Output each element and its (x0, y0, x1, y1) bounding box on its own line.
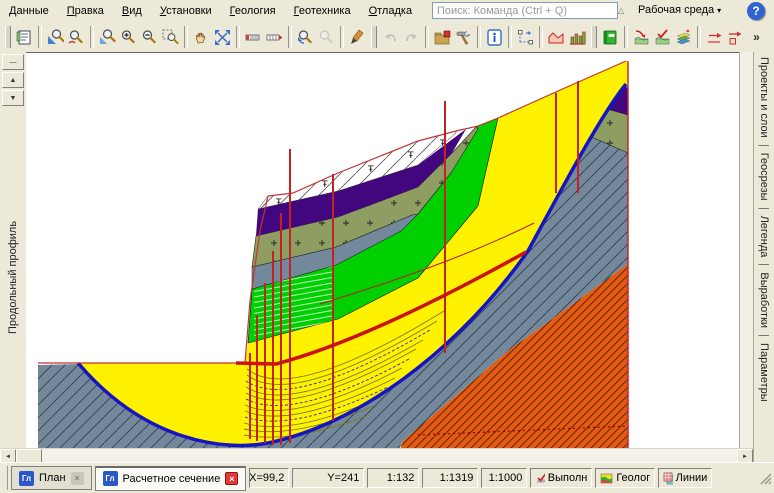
scale-ruler-right-button[interactable] (264, 25, 285, 49)
zoom-out-button[interactable] (139, 25, 160, 49)
zoom-area-button[interactable] (97, 25, 118, 49)
overflow-chevron-icon: » (753, 30, 760, 44)
menu-settings[interactable]: Установки (151, 2, 221, 20)
status-x-coordinate: X=99,2 (249, 468, 289, 488)
scroll-down-button[interactable]: ▼ (2, 90, 24, 106)
scale-ruler-left-button[interactable] (243, 25, 264, 49)
menu-debug[interactable]: Отладка (360, 2, 422, 20)
tab-plan-label: План (39, 472, 66, 484)
project-folder-button[interactable] (432, 25, 453, 49)
svg-text:Ŧ: Ŧ (275, 198, 282, 208)
zoom-next-button[interactable] (316, 25, 337, 49)
zoom-in-button[interactable] (118, 25, 139, 49)
status-scale-horizontal: 1:132 (367, 468, 419, 488)
histogram-button[interactable] (567, 25, 588, 49)
toolbar-grip[interactable] (5, 26, 11, 48)
status-scale-drawing: 1:1000 (481, 468, 527, 488)
svg-text:Ŧ: Ŧ (367, 165, 374, 175)
right-tab-geosections[interactable]: Геосрезы (758, 153, 770, 201)
status-scale-vertical: 1:1319 (422, 468, 478, 488)
apply-relief-button[interactable] (631, 25, 652, 49)
chevron-down-icon: ▾ (717, 6, 721, 15)
tab-separator: | (758, 144, 770, 147)
search-dropdown-icon[interactable]: △ (618, 6, 624, 15)
measure-button[interactable] (515, 25, 536, 49)
undo-button[interactable] (380, 25, 401, 49)
horizontal-scrollbar[interactable]: ◄ ► (0, 448, 753, 463)
tab-calculated-section-label: Расчетное сечение (123, 473, 221, 485)
toggle-geology-mode[interactable]: Геолог (595, 468, 655, 488)
toggle-filling-mode[interactable]: Выполн (530, 468, 592, 488)
menu-view[interactable]: Вид (113, 2, 151, 20)
right-tab-projects-layers[interactable]: Проекты и слои (758, 57, 770, 138)
tools-button[interactable] (453, 25, 474, 49)
bottom-bar: Гл План × Гл Расчетное сечение × X=99,2 … (0, 462, 774, 493)
redo-button[interactable] (401, 25, 422, 49)
check-pencil-icon (535, 472, 544, 485)
menu-geotechnics[interactable]: Геотехника (285, 2, 360, 20)
left-panel-strip: — ▲ ▼ Продольный профиль (0, 52, 27, 448)
tab-bar-stub (2, 466, 8, 490)
zoom-window-button[interactable] (160, 25, 181, 49)
menu-geology[interactable]: Геология (221, 2, 285, 20)
svg-text:Ŧ: Ŧ (407, 151, 414, 161)
status-y-coordinate: Y=241 (292, 468, 364, 488)
zoom-previous-button[interactable] (295, 25, 316, 49)
menu-data[interactable]: Данные (0, 2, 58, 20)
toolbar-grip-2[interactable] (371, 26, 377, 48)
right-tab-boreholes[interactable]: Выработки (758, 272, 770, 328)
scroll-up-button[interactable]: ▲ (2, 72, 24, 88)
zoom-extents-button[interactable] (212, 25, 233, 49)
resize-grip[interactable] (759, 472, 772, 485)
tab-calculated-section[interactable]: Гл Расчетное сечение × (95, 466, 247, 491)
drawing-canvas[interactable]: ŦŦŦ ŦŦ (26, 52, 739, 449)
layers-export-button[interactable] (673, 25, 694, 49)
toolbar-grip-3[interactable] (591, 26, 597, 48)
lines-icon (663, 472, 672, 485)
toggle-lines-mode[interactable]: Линии (658, 468, 712, 488)
left-panel-title[interactable]: Продольный профиль (7, 106, 19, 448)
svg-text:Ŧ: Ŧ (321, 180, 328, 190)
section-box-button[interactable] (725, 25, 746, 49)
right-panel-strip: Проекты и слои | Геосрезы | Легенда | Вы… (753, 52, 774, 462)
workspace-label: Рабочая среда (638, 4, 714, 16)
toggle-lines-label: Линии (676, 472, 708, 484)
legend-book-button[interactable] (600, 25, 621, 49)
geology-icon (600, 472, 613, 485)
close-icon[interactable]: × (225, 472, 238, 485)
zoom-object-button[interactable] (45, 25, 66, 49)
command-search-input[interactable] (432, 2, 618, 19)
main-toolbar: » (0, 22, 774, 53)
pan-hand-button[interactable] (191, 25, 212, 49)
menu-edit[interactable]: Правка (58, 2, 113, 20)
profile-chart-button[interactable] (546, 25, 567, 49)
document-type-icon: Гл (103, 471, 118, 486)
tab-separator: | (758, 263, 770, 266)
toolbar-overflow-button[interactable]: » (746, 25, 767, 49)
tab-separator: | (758, 334, 770, 337)
report-button[interactable] (14, 25, 35, 49)
right-tab-legend[interactable]: Легенда (758, 216, 770, 258)
help-icon[interactable]: ? (747, 2, 765, 20)
info-button[interactable] (484, 25, 505, 49)
verify-relief-button[interactable] (652, 25, 673, 49)
close-icon[interactable]: × (71, 472, 84, 485)
toggle-filling-label: Выполн (548, 472, 588, 484)
tab-plan[interactable]: Гл План × (11, 466, 92, 490)
toggle-geology-label: Геолог (616, 472, 650, 484)
brush-button[interactable] (347, 25, 368, 49)
document-type-icon: Гл (19, 471, 34, 486)
left-panel-collapse-button[interactable]: — (2, 54, 24, 70)
workspace-selector[interactable]: Рабочая среда ▾ (638, 4, 721, 16)
tab-separator: | (758, 207, 770, 210)
right-tab-parameters[interactable]: Параметры (758, 343, 770, 402)
vertical-scrollbar-track[interactable] (739, 52, 754, 448)
section-arrow-button[interactable] (704, 25, 725, 49)
zoom-pan-button[interactable] (66, 25, 87, 49)
